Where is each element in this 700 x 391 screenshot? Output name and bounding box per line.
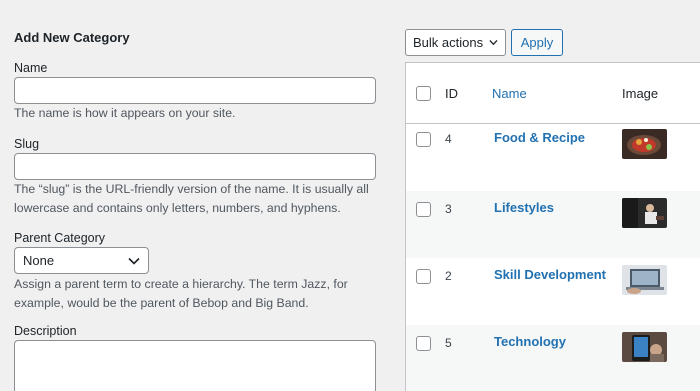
slug-help-text: The “slug” is the URL-friendly version o… [14, 182, 369, 215]
food-thumbnail-icon [622, 129, 667, 159]
table-row: 4 Food & Recipe [406, 124, 700, 191]
row-checkbox[interactable] [416, 202, 431, 217]
chevron-down-icon [128, 257, 140, 265]
table-row: 5 Technology [406, 325, 700, 391]
form-title: Add New Category [14, 30, 130, 45]
bulk-actions-label: Bulk actions [413, 35, 484, 50]
slug-input[interactable] [14, 153, 376, 180]
description-textarea[interactable] [14, 340, 376, 391]
categories-table: ID Name Image 4 Food & Recipe 3 Lifestyl… [405, 62, 700, 391]
row-name-link[interactable]: Lifestyles [494, 200, 554, 215]
row-id: 4 [445, 132, 452, 146]
row-id: 2 [445, 269, 452, 283]
row-checkbox[interactable] [416, 269, 431, 284]
table-row: 2 Skill Development [406, 258, 700, 325]
column-header-name[interactable]: Name [492, 86, 527, 101]
row-checkbox[interactable] [416, 336, 431, 351]
parent-help-text: Assign a parent term to create a hierarc… [14, 277, 348, 310]
lifestyle-thumbnail-icon [622, 198, 667, 228]
column-header-image: Image [622, 86, 659, 101]
row-id: 3 [445, 202, 452, 216]
row-name-link[interactable]: Food & Recipe [494, 130, 585, 145]
column-header-id: ID [445, 86, 458, 101]
name-help-text: The name is how it appears on your site. [14, 106, 236, 120]
technology-thumbnail-icon [622, 332, 667, 362]
row-id: 5 [445, 336, 452, 350]
name-label: Name [14, 61, 48, 75]
apply-button[interactable]: Apply [511, 29, 563, 56]
parent-category-select[interactable]: None [14, 247, 149, 274]
row-checkbox[interactable] [416, 132, 431, 147]
table-row: 3 Lifestyles [406, 191, 700, 258]
parent-category-label: Parent Category [14, 231, 106, 245]
skill-thumbnail-icon [622, 265, 667, 295]
table-header: ID Name Image [406, 63, 700, 124]
bulk-actions-select[interactable]: Bulk actions [405, 29, 506, 56]
select-all-checkbox[interactable] [416, 86, 431, 101]
chevron-down-icon [489, 39, 498, 46]
row-name-link[interactable]: Technology [494, 334, 566, 349]
name-input[interactable] [14, 77, 376, 104]
description-label: Description [14, 324, 77, 338]
row-name-link[interactable]: Skill Development [494, 267, 606, 282]
parent-category-value: None [23, 253, 55, 268]
slug-label: Slug [14, 137, 40, 151]
